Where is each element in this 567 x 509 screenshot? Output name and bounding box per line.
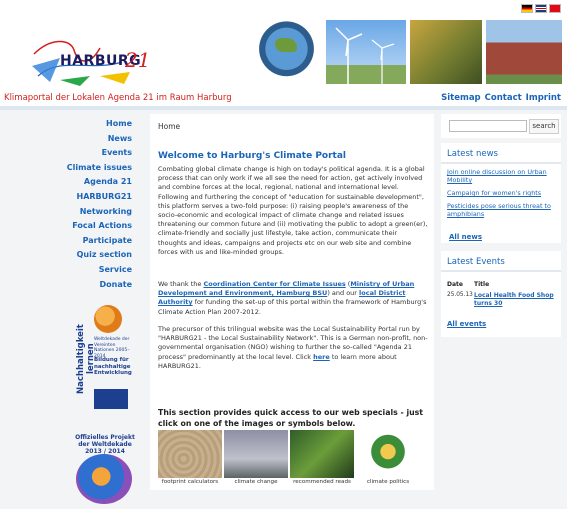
site-tagline: Klimaportal der Lokalen Agenda 21 im Rau… (4, 93, 232, 103)
nav-item-quiz-section[interactable]: Quiz section (0, 248, 138, 263)
special-footprint-calculators[interactable]: footprint calculators (158, 430, 222, 488)
wind-turbine-photo (326, 20, 406, 84)
contact-link[interactable]: Contact (485, 93, 522, 103)
language-switcher (521, 4, 561, 13)
globe-photo (255, 20, 325, 84)
nav-item-service[interactable]: Service (0, 263, 138, 278)
turkish-flag-icon[interactable] (549, 4, 561, 13)
specials-title: This section provides quick access to ou… (158, 408, 424, 428)
breadcrumb: Home (158, 122, 181, 131)
here-link[interactable]: here (313, 353, 330, 361)
latest-news-box: Latest news Join online discussion on Ur… (441, 143, 561, 243)
header-divider (0, 106, 567, 110)
logo-number: 21 (125, 48, 151, 72)
search-button[interactable]: search (529, 119, 559, 134)
event-date: 25.05.13 (447, 292, 473, 298)
all-news-link[interactable]: All news (449, 233, 482, 241)
page: HARBURG 21 Klimaportal der Lokalen Agend… (0, 0, 567, 509)
header: HARBURG 21 Klimaportal der Lokalen Agend… (0, 0, 567, 110)
special-recommended-reads[interactable]: recommended reads (290, 430, 354, 488)
special-climate-politics[interactable]: climate politics (356, 430, 420, 488)
page-title: Welcome to Harburg's Climate Portal (158, 151, 347, 161)
town-hall-photo (486, 20, 562, 84)
german-flag-icon[interactable] (521, 4, 533, 13)
intro-paragraph: Combating global climate change is high … (158, 165, 428, 256)
all-events-link[interactable]: All events (447, 320, 486, 328)
search-input[interactable] (449, 120, 527, 132)
latest-events-box: Latest Events Date Title 25.05.13 Local … (441, 251, 561, 337)
sitemap-link[interactable]: Sitemap (441, 93, 481, 103)
bicycle-photo (410, 20, 482, 84)
badge-vertical-text: Nachhaltigkeit lernen (76, 324, 96, 394)
funding-paragraph: We thank the Coordination Center for Cli… (158, 280, 427, 316)
badge-bildung-text: Bildung für nachhaltige Entwicklung (94, 357, 132, 376)
precursor-paragraph: The precursor of this trilingual website… (158, 325, 428, 370)
news-item[interactable]: Pesticides pose serious threat to amphib… (447, 202, 557, 219)
nav-item-participate[interactable]: Participate (0, 234, 138, 249)
nav-item-networking[interactable]: Networking (0, 205, 138, 220)
un-decade-badge[interactable]: Nachhaltigkeit lernen Weltdekade der Ver… (76, 303, 134, 431)
globe-logo-icon[interactable] (76, 454, 132, 504)
nav-item-donate[interactable]: Donate (0, 278, 138, 293)
news-item[interactable]: Campaign for women's rights (447, 189, 557, 197)
nav-item-climate-issues[interactable]: Climate issues (0, 161, 138, 176)
top-navigation: Sitemap Contact Imprint (441, 93, 561, 103)
badge-emblem-icon (94, 305, 122, 333)
english-flag-icon[interactable] (535, 4, 547, 13)
nav-item-agenda-21[interactable]: Agenda 21 (0, 175, 138, 190)
left-navigation: Home News Events Climate issues Agenda 2… (0, 117, 138, 292)
unesco-logo-icon (94, 389, 128, 409)
search-box: search (441, 114, 561, 138)
nav-item-home[interactable]: Home (0, 117, 138, 132)
badge-caption: Offizielles Projekt der Weltdekade 2013 … (75, 434, 135, 455)
special-climate-change[interactable]: climate change (224, 430, 288, 488)
web-specials: This section provides quick access to ou… (150, 400, 434, 490)
badge-small-text: Weltdekade der Vereinten Nationen 2005–2… (94, 337, 130, 359)
coordination-center-link[interactable]: Coordination Center for Climate Issues (203, 280, 345, 288)
nav-item-news[interactable]: News (0, 132, 138, 147)
event-title-link[interactable]: Local Health Food Shop turns 30 (474, 292, 556, 308)
news-item[interactable]: Join online discussion on Urban Mobility (447, 168, 557, 185)
nav-item-focal-actions[interactable]: Focal Actions (0, 219, 138, 234)
events-title-header: Title (474, 281, 490, 288)
nav-item-events[interactable]: Events (0, 146, 138, 161)
latest-news-title: Latest news (447, 149, 498, 159)
events-date-header: Date (447, 281, 463, 288)
imprint-link[interactable]: Imprint (526, 93, 561, 103)
nav-item-harburg21[interactable]: HARBURG21 (0, 190, 138, 205)
latest-events-title: Latest Events (447, 257, 505, 267)
